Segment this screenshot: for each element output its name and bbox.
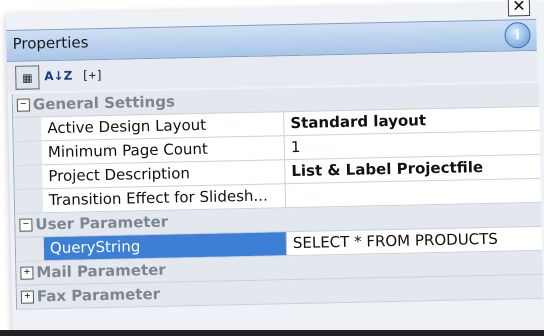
category-label: Mail Parameter <box>36 260 166 282</box>
collapse-icon[interactable]: − <box>16 98 31 112</box>
collapse-icon[interactable]: − <box>19 218 33 232</box>
category-label: General Settings <box>32 92 176 114</box>
category-label: User Parameter <box>35 212 169 234</box>
window-title: Properties <box>12 33 89 53</box>
categorized-view-icon[interactable]: ▦ <box>15 65 40 90</box>
properties-window-stage: ✕ Properties i ▦ A↓Z [+] − General Setti… <box>0 0 544 336</box>
property-grid: − General Settings Active Design Layout … <box>11 82 544 310</box>
properties-panel: ✕ Properties i ▦ A↓Z [+] − General Setti… <box>6 0 544 336</box>
sort-az-icon[interactable]: A↓Z <box>44 65 72 87</box>
info-icon[interactable]: i <box>504 22 531 49</box>
category-label: Fax Parameter <box>36 284 161 306</box>
expand-icon[interactable]: + <box>20 290 35 304</box>
expand-icon[interactable]: + <box>20 266 34 280</box>
expand-all-button[interactable]: [+] <box>77 64 107 87</box>
close-button[interactable]: ✕ <box>507 0 531 17</box>
bottom-edge <box>0 330 544 336</box>
close-icon: ✕ <box>512 0 526 16</box>
